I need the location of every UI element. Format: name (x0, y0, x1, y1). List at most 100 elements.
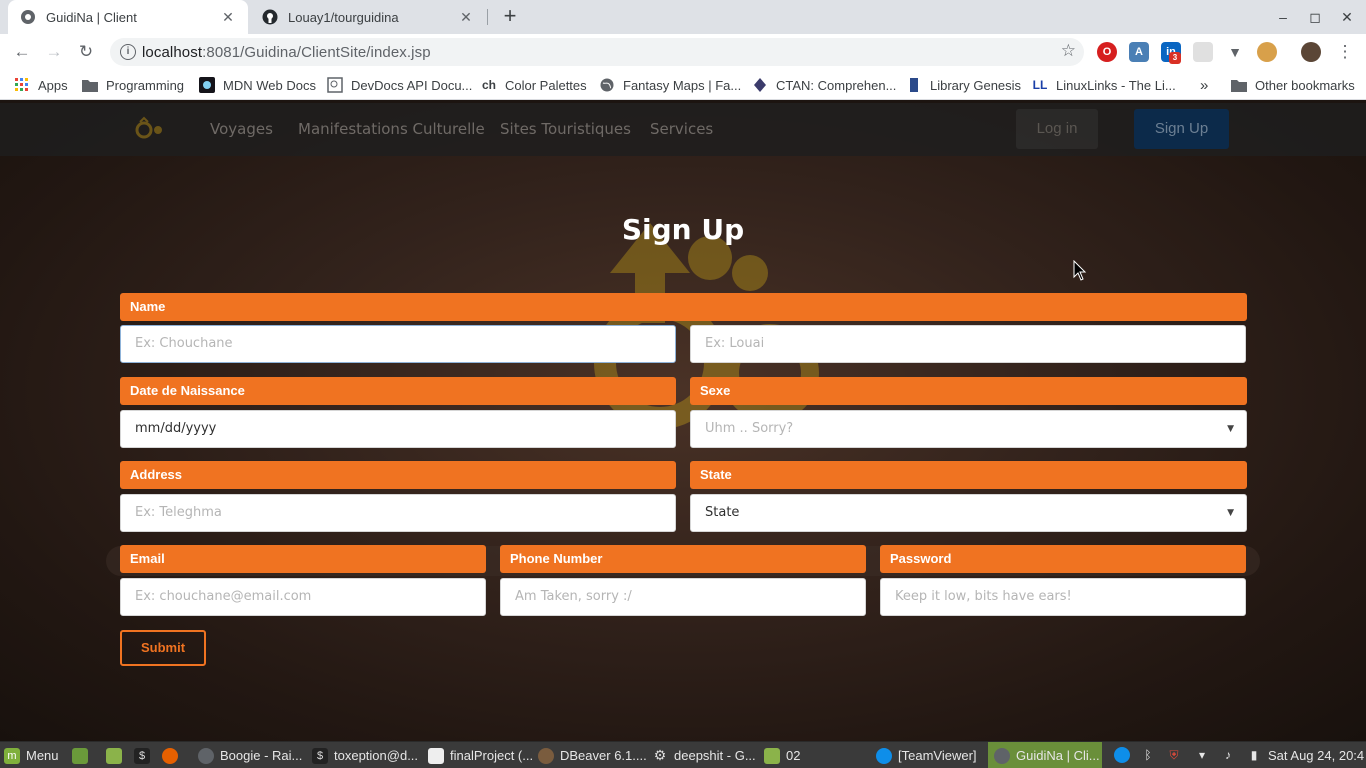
caret-down-icon: ▼ (1227, 424, 1234, 434)
sex-select[interactable]: Uhm .. Sorry? ▼ (690, 410, 1247, 448)
back-button[interactable]: ← (10, 40, 34, 64)
last-name-input[interactable]: Ex: Chouchane (120, 325, 676, 363)
submit-button[interactable]: Submit (120, 630, 206, 666)
folder-icon (1231, 77, 1247, 93)
password-label: Password (880, 545, 1246, 573)
ctan-icon (752, 77, 768, 93)
shield-icon[interactable]: ⛨ (1166, 747, 1182, 763)
extension-icon[interactable] (1193, 42, 1213, 62)
bluetooth-icon[interactable]: ᛒ (1140, 747, 1156, 763)
files-launcher[interactable] (106, 742, 128, 768)
tab-strip: GuidiNa | Client ✕ Louay1/tourguidina ✕ … (0, 0, 1366, 34)
phone-input[interactable]: Am Taken, sorry :/ (500, 578, 866, 616)
maximize-button[interactable]: ◻ (1299, 0, 1331, 34)
bookmark-apps[interactable]: Apps (14, 76, 68, 94)
caret-down-icon: ▼ (1227, 508, 1234, 518)
dob-label: Date de Naissance (120, 377, 676, 405)
mdn-icon (199, 77, 215, 93)
nav-sites-touristiques[interactable]: Sites Touristiques (500, 120, 631, 138)
adblock-icon[interactable]: O (1097, 42, 1117, 62)
bookmarks-overflow-button[interactable]: » (1200, 76, 1208, 94)
bookmark-devdocs[interactable]: DevDocs API Docu... (327, 76, 472, 94)
close-icon[interactable]: ✕ (458, 9, 474, 26)
bookmark-ctan[interactable]: CTAN: Comprehen... (752, 76, 896, 94)
task-dbeaver[interactable]: DBeaver 6.1.... (538, 742, 648, 768)
chrome-icon (198, 747, 214, 764)
site-logo[interactable] (130, 116, 170, 144)
bookmark-star-icon[interactable]: ☆ (1061, 41, 1076, 61)
page-title: Sign Up (621, 213, 745, 246)
extension-icon[interactable]: A (1129, 42, 1149, 62)
signup-button[interactable]: Sign Up (1134, 109, 1229, 149)
ch-icon: ch (481, 78, 496, 92)
bookmarks-bar: Apps Programming MDN Web Docs DevDocs AP… (0, 70, 1366, 100)
folder-icon (764, 747, 780, 764)
cookie-icon[interactable] (1257, 42, 1277, 62)
address-bar[interactable]: i localhost:8081/Guidina/ClientSite/inde… (110, 38, 1084, 66)
globe-icon (599, 77, 615, 93)
github-icon (262, 9, 278, 25)
linkedin-icon[interactable]: in3 (1161, 42, 1181, 64)
terminal-launcher[interactable]: $ (134, 742, 156, 768)
bookmark-mdn[interactable]: MDN Web Docs (199, 76, 316, 94)
bookmark-other[interactable]: Other bookmarks (1231, 76, 1355, 94)
wifi-icon[interactable]: ▾ (1194, 747, 1210, 763)
menu-kebab-icon[interactable]: ⋮ (1333, 40, 1357, 64)
show-desktop-button[interactable] (72, 742, 94, 768)
firefox-launcher[interactable] (162, 742, 184, 768)
password-input[interactable]: Keep it low, bits have ears! (880, 578, 1246, 616)
gear-icon: ⚙ (653, 747, 667, 763)
page-viewport: Voyages Manifestations Culturelle Sites … (0, 103, 1366, 741)
login-button[interactable]: Log in (1016, 109, 1098, 149)
taskbar: m Menu $ Boogie - Rai... $ toxeption@d..… (0, 741, 1366, 768)
bookmark-programming[interactable]: Programming (82, 76, 184, 94)
name-label: Name (120, 293, 1247, 321)
forward-button[interactable]: → (42, 40, 66, 64)
tab-guidina[interactable]: GuidiNa | Client ✕ (8, 0, 248, 34)
tab-github[interactable]: Louay1/tourguidina ✕ (250, 0, 486, 34)
bookmark-fantasy-maps[interactable]: Fantasy Maps | Fa... (599, 76, 741, 94)
tab-separator (487, 9, 488, 25)
bookmark-linuxlinks[interactable]: LL LinuxLinks - The Li... (1032, 76, 1176, 94)
task-terminal[interactable]: $ toxeption@d... (312, 742, 422, 768)
task-finalproject[interactable]: finalProject (... (428, 742, 534, 768)
state-select[interactable]: State ▼ (690, 494, 1247, 532)
volume-icon[interactable]: ♪ (1220, 747, 1236, 763)
info-icon[interactable]: i (120, 44, 136, 60)
dob-input[interactable]: mm/dd/yyyy (120, 410, 676, 448)
devdocs-icon (327, 77, 343, 93)
start-menu-button[interactable]: m Menu (4, 742, 68, 768)
task-boogie[interactable]: Boogie - Rai... (198, 742, 304, 768)
address-input[interactable]: Ex: Teleghma (120, 494, 676, 532)
url-text: localhost:8081/Guidina/ClientSite/index.… (142, 44, 431, 61)
bookmark-color-palettes[interactable]: ch Color Palettes (481, 76, 587, 94)
task-deepshit[interactable]: ⚙ deepshit - G... (652, 742, 756, 768)
task-folder-02[interactable]: 02 (764, 742, 824, 768)
dbeaver-icon (538, 747, 554, 764)
reload-button[interactable]: ↻ (74, 40, 98, 64)
task-teamviewer[interactable]: [TeamViewer] (876, 742, 984, 768)
email-input[interactable]: Ex: chouchane@email.com (120, 578, 486, 616)
nav-services[interactable]: Services (650, 120, 713, 138)
vue-devtools-icon[interactable]: ▼ (1225, 42, 1245, 62)
clock[interactable]: Sat Aug 24, 20:47 (1268, 742, 1364, 768)
teamviewer-icon (876, 747, 892, 764)
task-guidina[interactable]: GuidiNa | Cli... (988, 742, 1102, 768)
address-label: Address (120, 461, 676, 489)
nav-manifestations[interactable]: Manifestations Culturelle (298, 120, 485, 138)
first-name-input[interactable]: Ex: Louai (690, 325, 1246, 363)
tab-title: GuidiNa | Client (46, 9, 137, 25)
profile-avatar[interactable] (1301, 42, 1321, 62)
nav-voyages[interactable]: Voyages (210, 120, 273, 138)
browser-toolbar: ← → ↻ i localhost:8081/Guidina/ClientSit… (0, 34, 1366, 70)
close-icon[interactable]: ✕ (220, 9, 236, 26)
new-tab-button[interactable]: + (498, 5, 522, 29)
apps-grid-icon (14, 77, 30, 93)
teamviewer-tray-icon[interactable] (1114, 747, 1130, 763)
minimize-button[interactable]: – (1267, 0, 1299, 34)
libgen-icon (906, 77, 922, 93)
site-navbar: Voyages Manifestations Culturelle Sites … (0, 103, 1366, 156)
bookmark-library-genesis[interactable]: Library Genesis (906, 76, 1021, 94)
close-window-button[interactable]: ✕ (1331, 0, 1363, 34)
battery-icon[interactable]: ▮ (1246, 747, 1262, 763)
